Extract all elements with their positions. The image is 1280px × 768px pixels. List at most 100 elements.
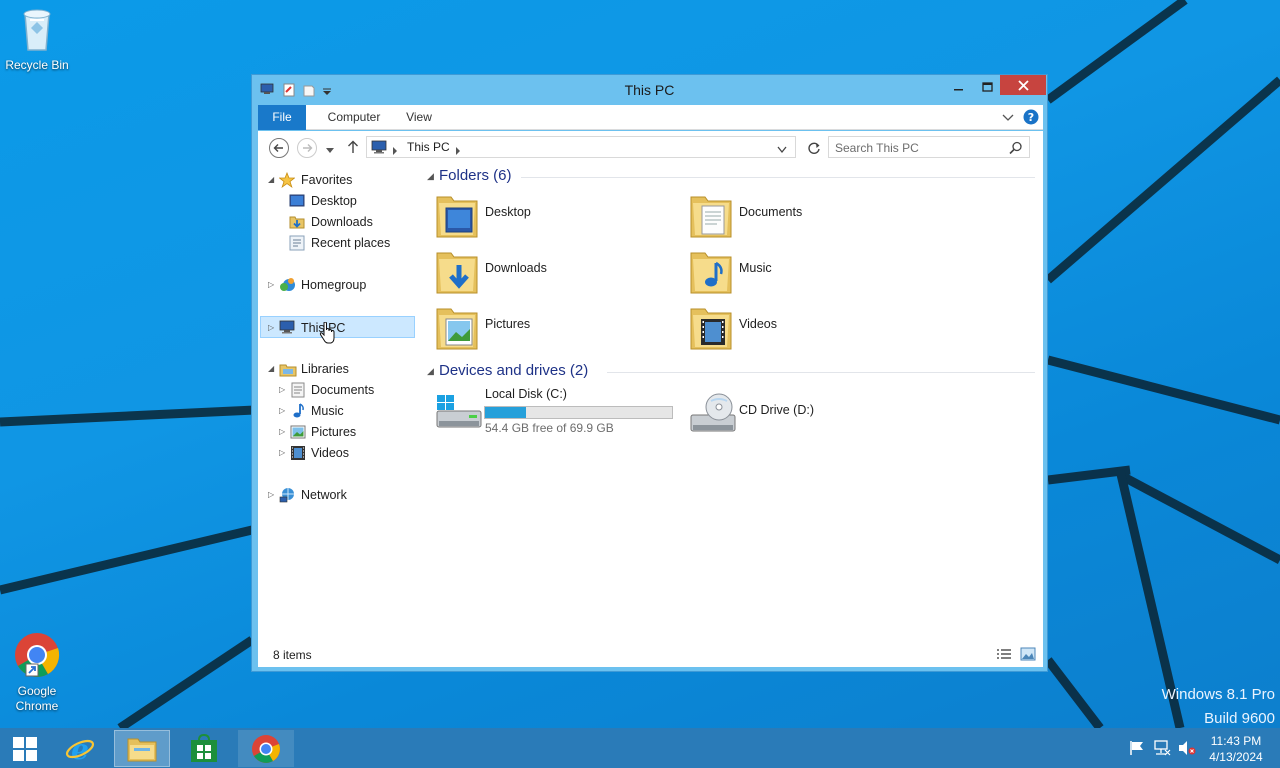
chrome-icon (252, 734, 280, 763)
nav-libraries-music[interactable]: ▷ Music (262, 401, 412, 421)
folder-name: Videos (739, 317, 777, 331)
collapsed-caret-icon[interactable]: ▷ (279, 443, 285, 463)
close-icon (1017, 79, 1029, 91)
search-input[interactable] (835, 140, 1005, 155)
nav-favorites[interactable]: ◢ Favorites (262, 170, 412, 190)
nav-this-pc[interactable]: ▷ This PC (260, 316, 415, 338)
store-icon (191, 733, 217, 762)
address-dropdown-icon[interactable] (777, 143, 787, 157)
search-box[interactable] (828, 136, 1030, 158)
expanded-caret-icon[interactable]: ◢ (268, 170, 274, 190)
forward-button[interactable] (296, 137, 318, 162)
nav-item-label: Pictures (311, 425, 357, 439)
nav-favorites-downloads[interactable]: Downloads (262, 212, 412, 232)
drive-usage-bar (484, 406, 673, 419)
chrome-desktop-icon[interactable]: Google Chrome (0, 632, 74, 714)
collapsed-caret-icon[interactable]: ▷ (268, 275, 274, 295)
back-arrow-icon (269, 138, 289, 158)
recycle-bin-label: Recycle Bin (5, 58, 69, 72)
recycle-bin-desktop-icon[interactable]: Recycle Bin (0, 6, 74, 73)
collapsed-caret-icon[interactable]: ▷ (268, 318, 274, 338)
folder-desktop-icon (435, 191, 479, 242)
windows-watermark: Windows 8.1 Pro Build 9600 (1162, 683, 1275, 728)
maximize-button[interactable] (974, 77, 1000, 97)
folder-tile-music[interactable]: Music (681, 245, 921, 297)
folder-tile-documents[interactable]: Documents (681, 189, 921, 241)
ribbon-tabs: File Computer View ? (258, 105, 1043, 130)
minimize-button[interactable] (946, 77, 972, 97)
refresh-button[interactable] (806, 140, 822, 159)
nav-favorites-recent-places[interactable]: Recent places (262, 233, 412, 253)
collapsed-caret-icon[interactable]: ▷ (279, 422, 285, 442)
nav-libraries-videos[interactable]: ▷ Videos (262, 443, 412, 463)
taskbar-clock[interactable]: 11:43 PM 4/13/2024 (1200, 733, 1272, 765)
close-button[interactable] (1000, 75, 1046, 95)
nav-libraries-documents[interactable]: ▷ Documents (262, 380, 412, 400)
local-disk-icon (435, 393, 483, 436)
collapsed-caret-icon[interactable]: ▷ (279, 380, 285, 400)
large-icons-view-icon[interactable] (1020, 647, 1036, 664)
nav-favorites-desktop[interactable]: Desktop (262, 191, 412, 211)
nav-network-label: Network (301, 488, 347, 502)
taskbar-chrome[interactable] (238, 730, 294, 767)
expand-ribbon-icon[interactable] (1002, 112, 1014, 126)
item-count: 8 items (273, 648, 312, 662)
collapsed-caret-icon[interactable]: ▷ (268, 485, 274, 505)
folder-tile-pictures[interactable]: Pictures (427, 301, 667, 353)
up-arrow-icon[interactable] (347, 140, 359, 157)
status-bar: 8 items (258, 643, 1043, 667)
folder-tile-videos[interactable]: Videos (681, 301, 921, 353)
nav-libraries-pictures[interactable]: ▷ Pictures (262, 422, 412, 442)
devices-group-header[interactable]: ◢ Devices and drives (2) (427, 362, 1037, 382)
details-view-icon[interactable] (996, 648, 1012, 665)
watermark-edition: Windows 8.1 Pro (1161, 686, 1275, 703)
drive-tile-d[interactable]: CD Drive (D:) (681, 387, 921, 439)
nav-network[interactable]: ▷ Network (262, 485, 412, 505)
help-icon[interactable]: ? (1023, 109, 1039, 128)
this-pc-icon (371, 140, 387, 157)
breadcrumb-chevron-icon[interactable] (392, 144, 398, 158)
tab-computer[interactable]: Computer (324, 105, 384, 130)
taskbar-store[interactable] (176, 730, 232, 767)
address-bar: This PC (258, 131, 1043, 165)
tab-view[interactable]: View (404, 105, 434, 130)
search-icon[interactable] (1009, 141, 1023, 158)
expanded-caret-icon[interactable]: ◢ (268, 359, 274, 379)
nav-item-label: Documents (311, 383, 375, 397)
hand-cursor-icon (319, 321, 335, 347)
folder-tile-desktop[interactable]: Desktop (427, 189, 667, 241)
drive-tile-c[interactable]: Local Disk (C:) 54.4 GB free of 69.9 GB (427, 387, 677, 439)
recent-locations-icon[interactable] (325, 144, 335, 158)
collapsed-caret-icon[interactable]: ▷ (279, 401, 285, 421)
network-tray-icon[interactable] (1153, 740, 1171, 759)
tab-file[interactable]: File (258, 105, 306, 130)
windows-logo-icon (13, 736, 37, 761)
chrome-label-line1: Google (17, 684, 57, 698)
folders-header-label: Folders (6) (439, 167, 512, 184)
drive-name: CD Drive (D:) (739, 403, 814, 417)
collapse-group-icon[interactable]: ◢ (427, 171, 434, 182)
folder-tile-downloads[interactable]: Downloads (427, 245, 667, 297)
volume-muted-icon[interactable] (1178, 740, 1196, 759)
title-bar[interactable]: This PC (252, 75, 1047, 104)
address-location[interactable]: This PC (407, 140, 450, 154)
back-button[interactable] (268, 137, 290, 162)
header-divider (607, 372, 1035, 373)
collapse-group-icon[interactable]: ◢ (427, 366, 434, 377)
chrome-label-line2: Chrome (15, 699, 59, 713)
start-button[interactable] (0, 730, 50, 767)
minimize-icon (954, 89, 963, 91)
svg-text:e: e (71, 734, 89, 764)
nav-item-label: Downloads (311, 215, 373, 229)
nav-libraries[interactable]: ◢ Libraries (262, 359, 412, 379)
action-center-flag-icon[interactable] (1129, 740, 1145, 759)
this-pc-icon (279, 320, 295, 340)
folders-group-header[interactable]: ◢ Folders (6) (427, 167, 1037, 187)
taskbar-file-explorer[interactable] (114, 730, 170, 767)
refresh-icon (808, 142, 820, 154)
address-box[interactable]: This PC (366, 136, 796, 158)
breadcrumb-chevron-icon[interactable] (455, 144, 461, 158)
taskbar-internet-explorer[interactable]: e (52, 730, 108, 767)
nav-item-label: Music (311, 404, 344, 418)
nav-homegroup[interactable]: ▷ Homegroup (262, 275, 412, 295)
